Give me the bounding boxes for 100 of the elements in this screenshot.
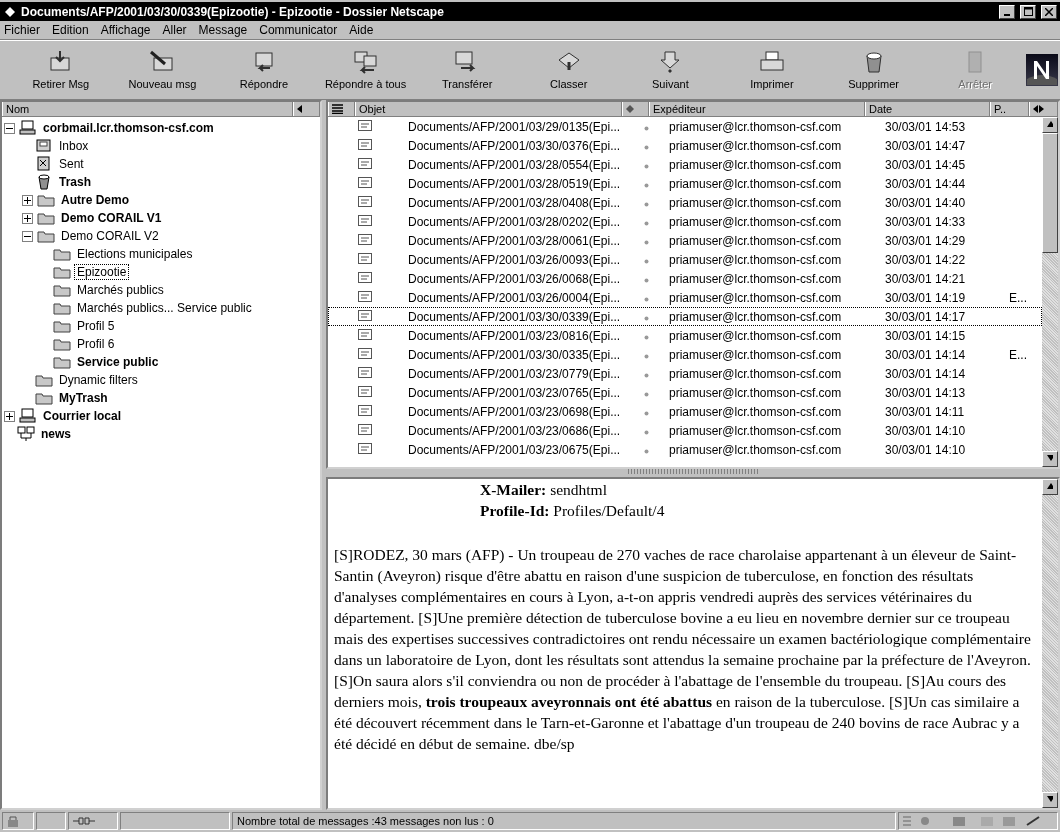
message-row[interactable]: Documents/AFP/2001/03/23/0675(Epi... priamuser@lcr.thomson-csf.com 30/03/01 14:10 bbox=[328, 440, 1042, 459]
folder-item[interactable]: Demo CORAIL V1 bbox=[59, 211, 164, 225]
table-cell-text: 30/03/01 14:40 bbox=[884, 195, 967, 210]
table-cell-text: priamuser@lcr.thomson-csf.com bbox=[668, 214, 843, 229]
table-cell-text: 30/03/01 14:19 bbox=[884, 290, 967, 305]
message-row[interactable]: Documents/AFP/2001/03/29/0135(Epi... priamuser@lcr.thomson-csf.com 30/03/01 14:53 bbox=[328, 117, 1042, 136]
message-row[interactable]: Documents/AFP/2001/03/28/0061(Epi... priamuser@lcr.thomson-csf.com 30/03/01 14:29 bbox=[328, 231, 1042, 250]
toolbar-button[interactable]: Retirer Msg bbox=[10, 43, 112, 97]
message-row[interactable]: Documents/AFP/2001/03/30/0335(Epi... priamuser@lcr.thomson-csf.com 30/03/01 14:14 E... bbox=[328, 345, 1042, 364]
table-cell-text: priamuser@lcr.thomson-csf.com bbox=[668, 233, 843, 248]
menu-item[interactable]: Aide bbox=[349, 23, 374, 37]
table-cell-text: priamuser@lcr.thomson-csf.com bbox=[668, 290, 843, 305]
menu-item[interactable]: Aller bbox=[162, 23, 187, 37]
message-row[interactable]: Documents/AFP/2001/03/28/0554(Epi... priamuser@lcr.thomson-csf.com 30/03/01 14:45 bbox=[328, 155, 1042, 174]
folder-item[interactable]: Autre Demo bbox=[59, 193, 131, 207]
folder-item[interactable]: Marchés publics... Service public bbox=[75, 301, 254, 315]
message-row[interactable]: Documents/AFP/2001/03/28/0202(Epi... priamuser@lcr.thomson-csf.com 30/03/01 14:33 bbox=[328, 212, 1042, 231]
table-cell-text: Documents/AFP/2001/03/28/0554(Epi... bbox=[408, 157, 622, 172]
folder-item[interactable]: news bbox=[39, 427, 73, 441]
table-cell-text: 30/03/01 14:53 bbox=[884, 119, 967, 134]
folder-item[interactable]: MyTrash bbox=[57, 391, 110, 405]
table-cell-text: priamuser@lcr.thomson-csf.com bbox=[668, 157, 843, 172]
folder-item[interactable]: Courrier local bbox=[41, 409, 124, 423]
folder-item[interactable]: Marchés publics bbox=[75, 283, 166, 297]
table-cell-text: priamuser@lcr.thomson-csf.com bbox=[668, 119, 843, 134]
table-cell-text: Documents/AFP/2001/03/26/0068(Epi... bbox=[408, 271, 622, 286]
table-cell-text: 30/03/01 14:29 bbox=[884, 233, 967, 248]
header-line: X-Mailer: sendhtml bbox=[479, 480, 608, 500]
table-cell-text: priamuser@lcr.thomson-csf.com bbox=[668, 195, 843, 210]
toolbar-button[interactable]: Classer bbox=[517, 43, 620, 97]
column-header[interactable]: Date bbox=[865, 102, 990, 116]
folder-item[interactable]: Elections municipales bbox=[75, 247, 195, 261]
folder-item[interactable]: Service public bbox=[75, 355, 161, 369]
table-cell-text: 30/03/01 14:33 bbox=[884, 214, 967, 229]
table-cell-text: Documents/AFP/2001/03/30/0376(Epi... bbox=[408, 138, 622, 153]
table-cell-text: 30/03/01 14:14 bbox=[884, 347, 967, 362]
menu-item[interactable]: Communicator bbox=[259, 23, 338, 37]
menu-item[interactable]: Fichier bbox=[4, 23, 40, 37]
column-header[interactable]: Expéditeur bbox=[649, 102, 865, 116]
message-row[interactable]: Documents/AFP/2001/03/23/0765(Epi... priamuser@lcr.thomson-csf.com 30/03/01 14:13 bbox=[328, 383, 1042, 402]
table-cell-text: priamuser@lcr.thomson-csf.com bbox=[668, 404, 843, 419]
folder-item[interactable]: Trash bbox=[57, 175, 93, 189]
menu-item[interactable]: Edition bbox=[52, 23, 89, 37]
table-cell-text: E... bbox=[1008, 290, 1028, 305]
toolbar-button[interactable]: Transférer bbox=[416, 43, 518, 97]
column-header[interactable]: Objet bbox=[355, 102, 622, 116]
message-row[interactable]: Documents/AFP/2001/03/26/0068(Epi... priamuser@lcr.thomson-csf.com 30/03/01 14:21 bbox=[328, 269, 1042, 288]
toolbar-button[interactable]: Imprimer bbox=[721, 43, 823, 97]
status-text: Nombre total de messages :43 messages non lus : 0 bbox=[232, 812, 896, 830]
folder-item[interactable]: Profil 5 bbox=[75, 319, 117, 333]
message-row[interactable]: Documents/AFP/2001/03/30/0376(Epi... priamuser@lcr.thomson-csf.com 30/03/01 14:47 bbox=[328, 136, 1042, 155]
folder-item[interactable]: Epizootie bbox=[75, 265, 129, 279]
table-cell-text: priamuser@lcr.thomson-csf.com bbox=[668, 385, 843, 400]
table-cell-text: 30/03/01 14:14 bbox=[884, 366, 967, 381]
toolbar-button[interactable]: Répondre bbox=[213, 43, 315, 97]
toolbar-button[interactable]: Suivant bbox=[619, 43, 722, 97]
folder-item[interactable]: corbmail.lcr.thomson-csf.com bbox=[41, 121, 216, 135]
table-cell-text: E... bbox=[1008, 347, 1028, 362]
toolbar-button[interactable]: Nouveau msg bbox=[111, 43, 214, 97]
table-cell-text: Documents/AFP/2001/03/23/0675(Epi... bbox=[408, 442, 622, 457]
message-row[interactable]: Documents/AFP/2001/03/28/0408(Epi... priamuser@lcr.thomson-csf.com 30/03/01 14:40 bbox=[328, 193, 1042, 212]
message-row[interactable]: Documents/AFP/2001/03/23/0686(Epi... priamuser@lcr.thomson-csf.com 30/03/01 14:10 bbox=[328, 421, 1042, 440]
toolbar-button[interactable]: Supprimer bbox=[822, 43, 925, 97]
table-cell-text: Documents/AFP/2001/03/26/0004(Epi... bbox=[408, 290, 622, 305]
table-cell-text: Documents/AFP/2001/03/28/0519(Epi... bbox=[408, 176, 622, 191]
folder-item[interactable]: Demo CORAIL V2 bbox=[59, 229, 161, 243]
message-row[interactable]: Documents/AFP/2001/03/23/0779(Epi... priamuser@lcr.thomson-csf.com 30/03/01 14:14 bbox=[328, 364, 1042, 383]
message-row[interactable]: Documents/AFP/2001/03/26/0093(Epi... priamuser@lcr.thomson-csf.com 30/03/01 14:22 bbox=[328, 250, 1042, 269]
toolbar-button[interactable]: Répondre à tous bbox=[314, 43, 417, 97]
table-cell-text: priamuser@lcr.thomson-csf.com bbox=[668, 328, 843, 343]
message-row[interactable]: Documents/AFP/2001/03/30/0339(Epi... priamuser@lcr.thomson-csf.com 30/03/01 14:17 bbox=[328, 307, 1042, 326]
table-cell-text: 30/03/01 14:11 bbox=[884, 404, 966, 419]
table-cell-text: 30/03/01 14:21 bbox=[884, 271, 967, 286]
message-row[interactable]: Documents/AFP/2001/03/23/0698(Epi... priamuser@lcr.thomson-csf.com 30/03/01 14:11 bbox=[328, 402, 1042, 421]
folder-item[interactable]: Profil 6 bbox=[75, 337, 117, 351]
table-cell-text: Documents/AFP/2001/03/30/0339(Epi... bbox=[408, 309, 622, 324]
message-row[interactable]: Documents/AFP/2001/03/26/0004(Epi... priamuser@lcr.thomson-csf.com 30/03/01 14:19 E... bbox=[328, 288, 1042, 307]
folder-item[interactable]: Inbox bbox=[57, 139, 91, 153]
table-cell-text: Documents/AFP/2001/03/23/0765(Epi... bbox=[408, 385, 622, 400]
table-cell-text: 30/03/01 14:13 bbox=[884, 385, 967, 400]
table-cell-text: Documents/AFP/2001/03/28/0408(Epi... bbox=[408, 195, 622, 210]
table-cell-text: Documents/AFP/2001/03/28/0061(Epi... bbox=[408, 233, 622, 248]
menu-item[interactable]: Message bbox=[198, 23, 248, 37]
folder-item[interactable]: Dynamic filters bbox=[57, 373, 140, 387]
column-header[interactable]: P.. bbox=[990, 102, 1029, 116]
table-cell-text: priamuser@lcr.thomson-csf.com bbox=[668, 252, 843, 267]
table-cell-text: Documents/AFP/2001/03/23/0779(Epi... bbox=[408, 366, 622, 381]
table-cell-text: Documents/AFP/2001/03/23/0686(Epi... bbox=[408, 423, 622, 438]
message-row[interactable]: Documents/AFP/2001/03/28/0519(Epi... priamuser@lcr.thomson-csf.com 30/03/01 14:44 bbox=[328, 174, 1042, 193]
table-cell-text: priamuser@lcr.thomson-csf.com bbox=[668, 138, 843, 153]
table-cell-text: 30/03/01 14:10 bbox=[884, 442, 967, 457]
header-line: Profile-Id: Profiles/Default/4 bbox=[479, 501, 666, 521]
table-cell-text: Documents/AFP/2001/03/23/0816(Epi... bbox=[408, 328, 622, 343]
table-cell-text: priamuser@lcr.thomson-csf.com bbox=[668, 442, 843, 457]
menu-item[interactable]: Affichage bbox=[100, 23, 151, 37]
table-cell-text: Documents/AFP/2001/03/23/0698(Epi... bbox=[408, 404, 622, 419]
table-cell-text: priamuser@lcr.thomson-csf.com bbox=[668, 423, 843, 438]
folder-item[interactable]: Sent bbox=[57, 157, 86, 171]
table-cell-text: 30/03/01 14:44 bbox=[884, 176, 967, 191]
message-row[interactable]: Documents/AFP/2001/03/23/0816(Epi... priamuser@lcr.thomson-csf.com 30/03/01 14:15 bbox=[328, 326, 1042, 345]
